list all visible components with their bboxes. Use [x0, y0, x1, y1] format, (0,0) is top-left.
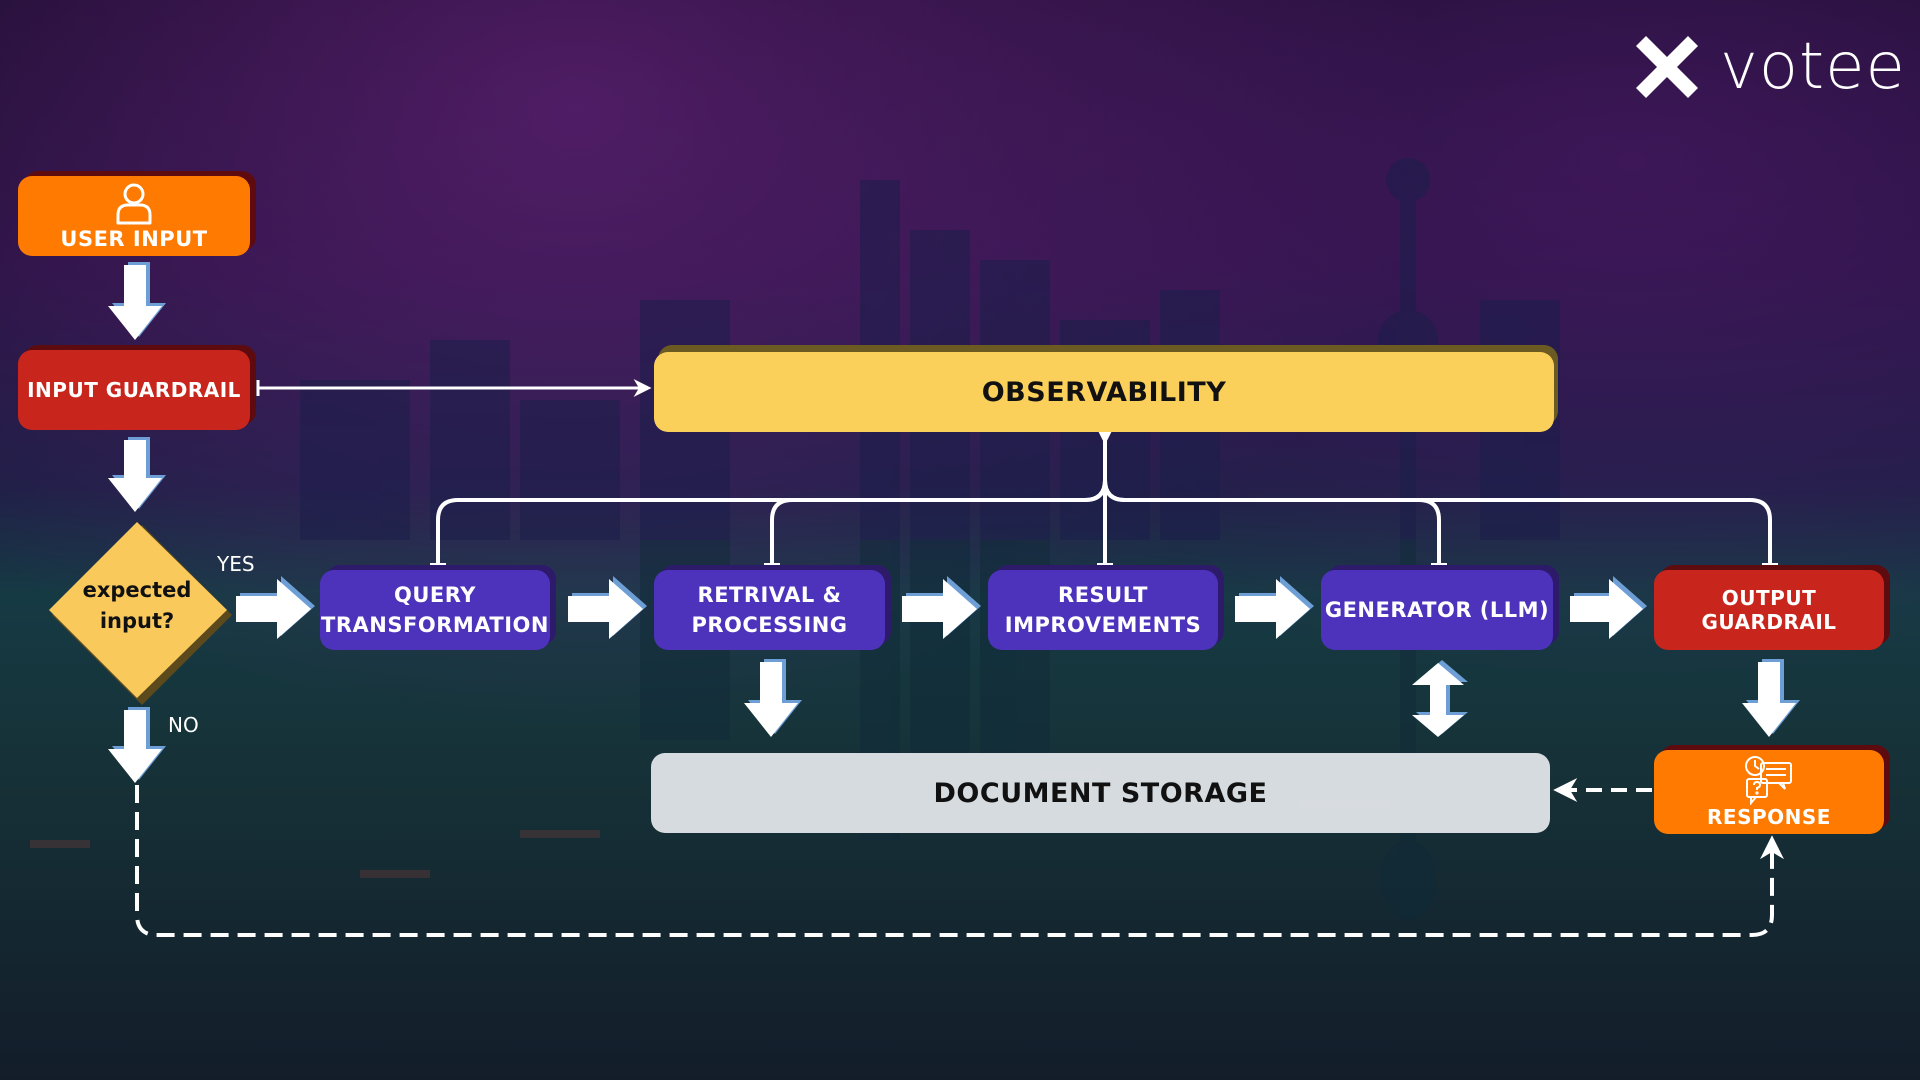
node-query-transformation: QUERY TRANSFORMATION	[320, 570, 550, 650]
node-observability: OBSERVABILITY	[654, 352, 1554, 432]
node-output-guardrail: OUTPUT GUARDRAIL	[1654, 570, 1884, 650]
edge-label-no: NO	[168, 713, 199, 737]
node-document-storage: DOCUMENT STORAGE	[651, 753, 1550, 833]
node-label: OBSERVABILITY	[981, 376, 1227, 408]
node-label: INPUT GUARDRAIL	[27, 378, 241, 402]
chat-question-clock-icon	[1745, 756, 1792, 805]
node-label: USER INPUT	[60, 227, 208, 251]
node-input-guardrail: INPUT GUARDRAIL	[18, 350, 250, 430]
arrow-user-to-guardrail	[108, 265, 162, 340]
x-mark-icon	[1636, 36, 1698, 98]
arrow-retrieval-to-result	[902, 579, 977, 639]
connectors	[108, 262, 1800, 937]
edge-guardrail-to-observability	[256, 379, 652, 397]
arrow-result-to-generator	[1235, 579, 1310, 639]
node-result-improvements: RESULT IMPROVEMENTS	[988, 570, 1218, 650]
edge-label-yes: YES	[217, 552, 255, 576]
node-generator-llm: GENERATOR (LLM)	[1321, 570, 1553, 650]
node-retrieval-processing: RETRIVAL & PROCESSING	[654, 570, 885, 650]
decision-label: expected input?	[82, 578, 192, 633]
arrow-yes-to-query	[236, 579, 311, 639]
brand-logo: votee	[1632, 30, 1906, 104]
observability-tree-lines	[430, 420, 1778, 567]
brand-name: votee	[1720, 30, 1906, 104]
user-icon	[116, 183, 152, 225]
arrow-generator-to-output	[1570, 579, 1643, 639]
node-response: RESPONSE	[1654, 750, 1884, 834]
arrow-query-to-retrieval	[568, 579, 643, 639]
arrow-retrieval-to-storage	[744, 662, 798, 737]
node-user-input: USER INPUT	[18, 176, 250, 256]
arrow-output-to-response	[1742, 662, 1796, 737]
